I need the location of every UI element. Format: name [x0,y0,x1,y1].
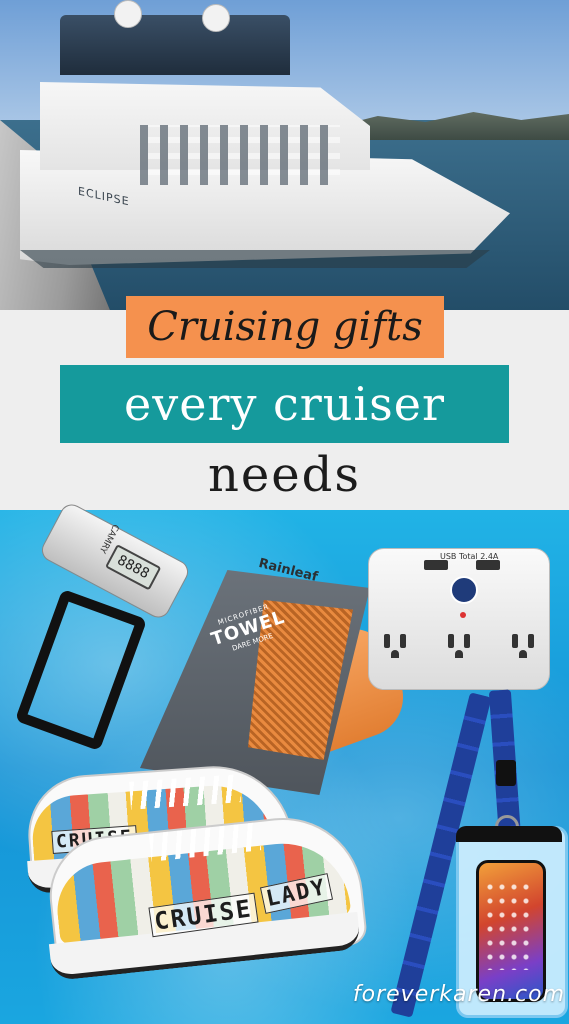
site-watermark: foreverkaren.com [352,982,565,1007]
scale-display: 8888 [105,544,162,591]
outlet-socket-icon [510,632,536,660]
outlet-adapter [368,548,550,690]
app-icons [484,880,532,970]
outlet-socket-icon [382,632,408,660]
radar-dome [114,0,142,28]
outlet-socket-icon [446,632,472,660]
title-line-3: needs [207,447,362,503]
usb-port-icon [424,560,448,570]
radar-dome [202,4,230,32]
ship-windows [140,125,340,185]
usb-port-icon [476,560,500,570]
title-line-1: Cruising gifts [126,296,444,358]
pouch-seal [456,826,562,842]
lanyard-clip-icon [496,760,516,786]
ship-waterline [20,250,490,268]
ship-logo-icon [450,576,478,604]
title-line-2: every cruiser [60,365,509,443]
ship-bridge [60,15,290,75]
cruise-ship-photo: ECLIPSE [0,0,569,310]
power-led-icon [460,612,466,618]
